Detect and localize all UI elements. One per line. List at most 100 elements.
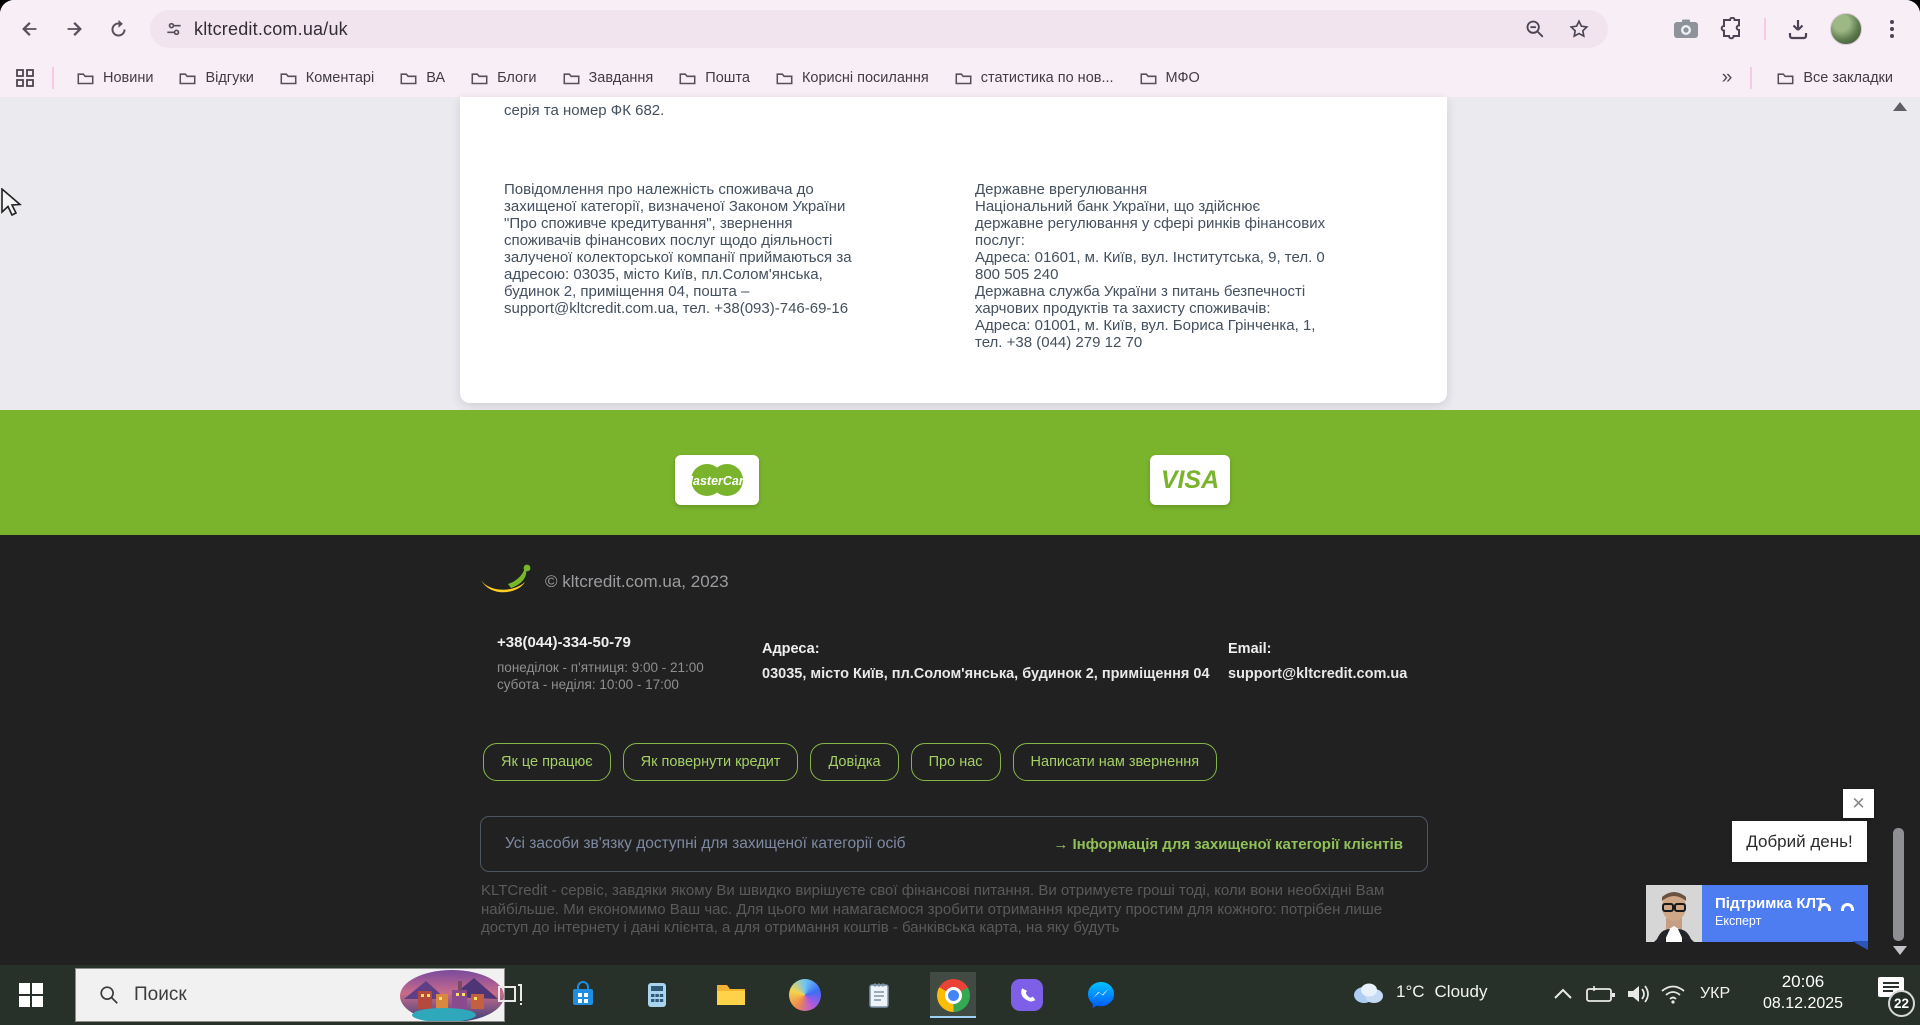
copyright-text: © kltcredit.com.ua, 2023 [545,572,729,591]
visa-logo: VISA [1150,455,1230,505]
reload-button[interactable] [102,13,134,45]
bookmark-folder-poshta[interactable]: Пошта [666,63,763,93]
tray-clock[interactable]: 20:06 08.12.2025 [1748,972,1858,1013]
bookmark-folder-vidhuky[interactable]: Відгуки [166,63,266,93]
protected-category-link[interactable]: → Інформація для захищеної категорії клі… [1053,836,1403,853]
mastercard-icon: MasterCard [683,463,752,497]
browser-window: kltcredit.com.ua/uk Новини Відгуки Комен… [0,0,1920,965]
bookmark-folder-mfo[interactable]: МФО [1127,63,1213,93]
bookmarks-bar: Новини Відгуки Коментарі ВА Блоги Завдан… [0,58,1920,97]
notification-badge: 22 [1888,990,1915,1017]
agent-photo [1646,885,1702,942]
tune-icon[interactable] [164,19,184,39]
notepad-icon [869,983,889,1008]
how-it-works-button[interactable]: Як це працює [483,743,611,781]
profile-avatar[interactable] [1830,13,1862,45]
back-button[interactable] [14,13,46,45]
menu-kebab-icon[interactable] [1882,18,1902,40]
extensions-icon[interactable] [1720,17,1744,41]
browser-toolbar: kltcredit.com.ua/uk [0,0,1920,58]
bookmarks-overflow-button[interactable]: » [1714,67,1739,89]
clock-date: 08.12.2025 [1762,995,1844,1012]
help-button[interactable]: Довідка [810,743,899,781]
bookmark-folder-va[interactable]: ВА [387,63,458,93]
camera-icon[interactable] [1672,17,1700,41]
file-explorer-button[interactable] [708,972,754,1018]
protected-category-box: Усі засоби зв'язку доступні для захищено… [480,816,1428,872]
bookmark-folder-blohy[interactable]: Блоги [458,63,549,93]
scrollbar-thumb[interactable] [1893,828,1904,941]
about-us-button[interactable]: Про нас [910,743,1001,781]
copilot-button[interactable] [782,972,828,1018]
footer-email[interactable]: support@kltcredit.com.ua [1228,666,1407,682]
bookmark-folder-novyny[interactable]: Новини [64,63,166,93]
bookmark-folder-komentari[interactable]: Коментарі [267,63,387,93]
zoom-out-icon[interactable] [1524,18,1546,40]
page-content: серія та номер ФК 682. Повідомлення про … [0,97,1920,965]
apps-grid-button[interactable] [0,68,34,87]
chrome-button[interactable] [930,972,976,1018]
back-icon [22,22,37,36]
taskbar-search[interactable]: Поиск [75,968,505,1022]
microsoft-store-icon [573,981,593,1005]
viber-button[interactable] [1004,972,1050,1018]
messenger-icon [1088,982,1114,1008]
forward-button[interactable] [58,13,90,45]
start-button[interactable] [0,965,62,1025]
how-to-repay-button[interactable]: Як повернути кредит [622,743,799,781]
viber-icon [1011,979,1043,1011]
chat-close-button[interactable]: ✕ [1843,789,1874,818]
notepad-button[interactable] [856,972,902,1018]
chrome-icon [936,978,970,1012]
email-label: Email: [1228,641,1272,657]
volume-icon[interactable] [1626,984,1652,1004]
calculator-button[interactable] [634,972,680,1018]
cloud-icon [1354,983,1383,1003]
search-icon [100,986,118,1004]
download-icon[interactable] [1786,17,1810,41]
weather-widget[interactable]: 1°C Cloudy [1350,979,1487,1005]
apps-grid-icon [16,68,34,87]
folder-icon [563,72,579,84]
mastercard-logo: MasterCard [675,455,759,505]
notification-center-button[interactable]: 22 [1876,975,1915,1017]
payments-band: MasterCard VISA [0,410,1920,535]
mouse-cursor [1,188,22,217]
chat-agent-panel[interactable]: Підтримка КЛТ Експерт [1646,885,1868,950]
screen: kltcredit.com.ua/uk Новини Відгуки Комен… [0,0,1920,1025]
folder-icon [471,72,488,84]
windows-logo-icon [19,983,43,1007]
folder-icon [179,72,196,84]
footer-phone[interactable]: +38(044)-334-50-79 [497,634,631,651]
about-service-text: KLTCredit - сервіс, завдяки якому Ви шви… [481,882,1385,936]
copilot-icon [789,979,821,1011]
chat-bubble-tail [1852,941,1868,950]
url-bar[interactable]: kltcredit.com.ua/uk [150,10,1608,48]
bookmarks-separator [52,66,54,89]
folder-icon [776,72,793,84]
folder-icon [679,72,696,84]
weather-condition: Cloudy [1434,982,1488,1001]
wifi-icon[interactable] [1660,984,1686,1004]
all-bookmarks-button[interactable]: Все закладки [1764,63,1906,93]
bookmark-folder-statystyka[interactable]: статистика по нов... [942,63,1127,93]
bookmark-folder-zavdannia[interactable]: Завдання [550,63,667,93]
microsoft-store-button[interactable] [560,972,606,1018]
bookmark-folder-korysni[interactable]: Корисні посилання [763,63,942,93]
folder-icon [400,72,417,84]
battery-icon[interactable] [1586,985,1616,1003]
messenger-button[interactable] [1078,972,1124,1018]
toolbar-separator [1764,18,1766,40]
folder-icon [955,72,972,84]
protected-category-text: Усі засоби зв'язку доступні для захищено… [505,835,906,852]
language-indicator[interactable]: УКР [1700,985,1730,1003]
svg-text:MasterCard: MasterCard [683,474,752,488]
tray-chevron-icon[interactable] [1552,987,1574,1001]
scrollbar-up-arrow[interactable] [1893,102,1907,111]
scrollbar-down-arrow[interactable] [1893,946,1907,955]
forward-icon [67,22,82,36]
folder-icon [1777,72,1794,84]
bookmark-star-icon[interactable] [1568,18,1590,40]
task-view-button[interactable] [487,972,533,1018]
write-to-us-button[interactable]: Написати нам звернення [1012,743,1218,781]
